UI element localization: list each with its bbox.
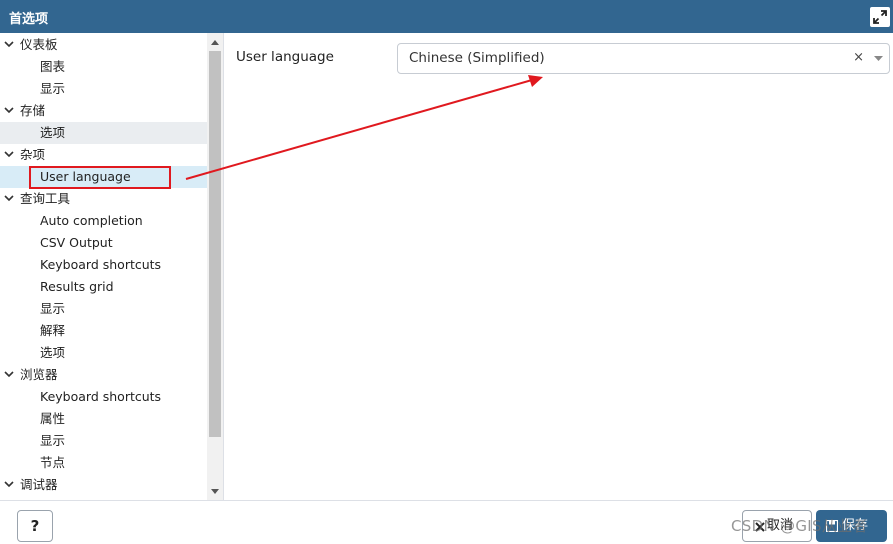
- dialog-title-bar: 首选项: [0, 0, 893, 33]
- tree-item-label: 图表: [40, 59, 66, 74]
- tree-item-label: Keyboard shortcuts: [40, 257, 162, 272]
- tree-item[interactable]: Keyboard shortcuts: [0, 254, 207, 276]
- tree-item[interactable]: Keyboard shortcuts: [0, 386, 207, 408]
- tree-item[interactable]: Auto completion: [0, 210, 207, 232]
- tree-item-label: 仪表板: [20, 37, 58, 52]
- tree-item-label: 解释: [40, 323, 66, 338]
- tree-item-label: Auto completion: [40, 213, 143, 228]
- help-button[interactable]: ?: [17, 510, 53, 542]
- tree-item[interactable]: Results grid: [0, 276, 207, 298]
- user-language-label: User language: [236, 49, 334, 65]
- tree-scrollbar[interactable]: [207, 33, 223, 500]
- chevron-down-icon[interactable]: [4, 195, 14, 202]
- tree-item[interactable]: 属性: [0, 408, 207, 430]
- tree-item[interactable]: 节点: [0, 452, 207, 474]
- expand-icon: [873, 10, 887, 24]
- tree-group[interactable]: 调试器: [0, 474, 207, 496]
- tree-item-label: 选项: [40, 345, 66, 360]
- dialog-title: 首选项: [9, 12, 49, 27]
- tree-item-label: Keyboard shortcuts: [40, 389, 162, 404]
- tree-item[interactable]: CSV Output: [0, 232, 207, 254]
- chevron-down-icon[interactable]: [4, 41, 14, 48]
- tree-item-label: 调试器: [20, 477, 58, 492]
- chevron-down-icon[interactable]: [4, 371, 14, 378]
- annotation-highlight-box: [29, 166, 171, 189]
- tree-item[interactable]: 显示: [0, 78, 207, 100]
- tree-item-label: 查询工具: [20, 191, 71, 206]
- tree-item-label: 属性: [40, 411, 66, 426]
- tree-item-label: 显示: [40, 301, 66, 316]
- tree-item[interactable]: 显示: [0, 430, 207, 452]
- scroll-up-icon[interactable]: [211, 39, 219, 45]
- tree-item-label: Results grid: [40, 279, 114, 294]
- tree-item-label: 选项: [40, 125, 66, 140]
- chevron-down-icon[interactable]: [874, 56, 883, 62]
- tree-item[interactable]: 显示: [0, 298, 207, 320]
- tree-item-label: 显示: [40, 81, 66, 96]
- tree-group[interactable]: 仪表板: [0, 34, 207, 56]
- tree-item[interactable]: 图表: [0, 56, 207, 78]
- scroll-down-icon[interactable]: [211, 489, 219, 495]
- tree-item-label: 杂项: [20, 147, 46, 162]
- clear-selection-icon[interactable]: ×: [853, 50, 864, 65]
- user-language-select[interactable]: Chinese (Simplified) ×: [397, 43, 890, 74]
- tree-group[interactable]: 查询工具: [0, 188, 207, 210]
- scrollbar-thumb[interactable]: [209, 51, 221, 437]
- tree-item-label: 浏览器: [20, 367, 58, 382]
- watermark: CSDN @GIS从业者: [731, 517, 868, 535]
- tree-item[interactable]: 解释: [0, 320, 207, 342]
- tree-item-label: 存储: [20, 103, 46, 118]
- panel-divider: [223, 33, 224, 500]
- tree-item[interactable]: 选项: [0, 342, 207, 364]
- chevron-down-icon[interactable]: [4, 481, 14, 488]
- chevron-down-icon[interactable]: [4, 151, 14, 158]
- tree-group[interactable]: 杂项: [0, 144, 207, 166]
- tree-item[interactable]: 选项: [0, 122, 207, 144]
- maximize-button[interactable]: [870, 7, 890, 27]
- user-language-value: Chinese (Simplified): [409, 50, 545, 66]
- tree-item-label: CSV Output: [40, 235, 113, 250]
- chevron-down-icon[interactable]: [4, 107, 14, 114]
- tree-group[interactable]: 存储: [0, 100, 207, 122]
- tree-item-label: 节点: [40, 455, 66, 470]
- footer-divider: [0, 500, 893, 501]
- tree-item-label: 显示: [40, 433, 66, 448]
- preferences-tree: 仪表板 图表 显示 存储 选项 杂项 User language 查询工具 Auto compl…: [0, 33, 207, 500]
- tree-group[interactable]: 浏览器: [0, 364, 207, 386]
